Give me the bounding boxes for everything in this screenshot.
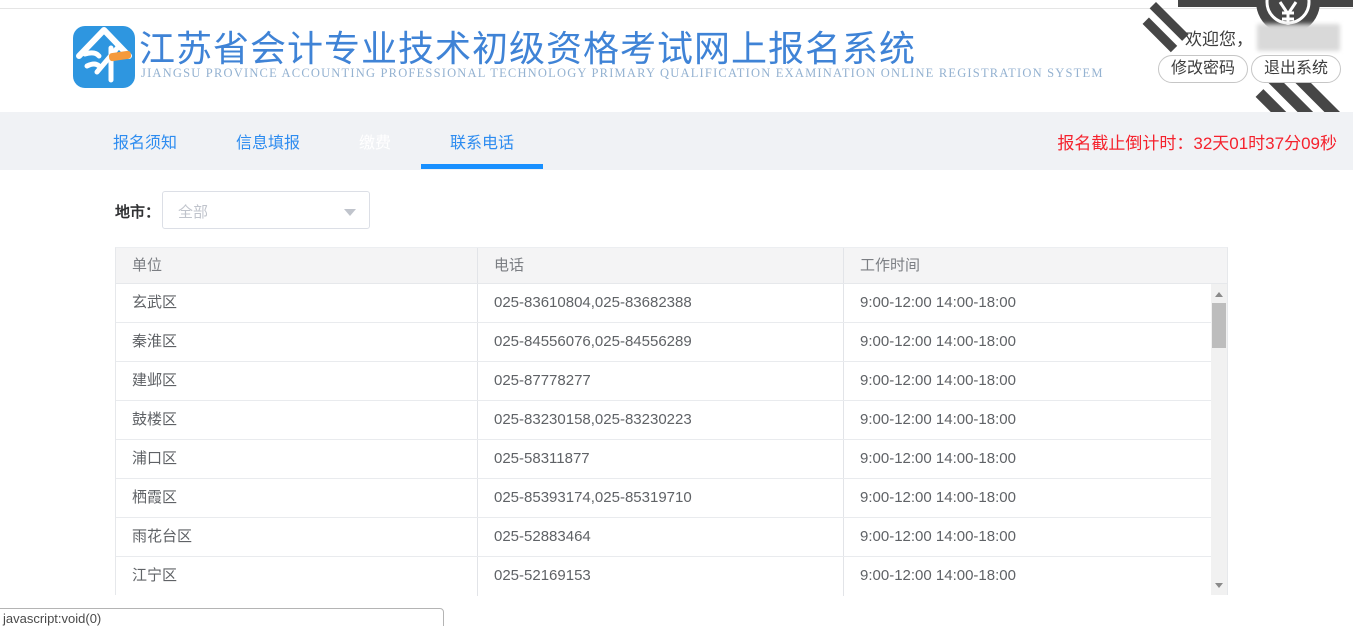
table-row: 栖霞区 025-85393174,025-85319710 9:00-12:00… [116, 479, 1212, 518]
table-row: 秦淮区 025-84556076,025-84556289 9:00-12:00… [116, 323, 1212, 362]
table-row: 雨花台区 025-52883464 9:00-12:00 14:00-18:00 [116, 518, 1212, 557]
cell-hours: 9:00-12:00 14:00-18:00 [844, 440, 1212, 478]
site-subtitle: JIANGSU PROVINCE ACCOUNTING PROFESSIONAL… [141, 66, 1104, 81]
table-header: 单位 电话 工作时间 [116, 248, 1227, 284]
nav-tabs: 报名须知 信息填报 缴费 联系电话 [113, 112, 573, 170]
cell-phone: 025-85393174,025-85319710 [478, 479, 844, 517]
tab-registration-notice[interactable]: 报名须知 [113, 112, 177, 170]
cell-hours: 9:00-12:00 14:00-18:00 [844, 284, 1212, 322]
chevron-down-icon [344, 209, 356, 216]
table-row: 江宁区 025-52169153 9:00-12:00 14:00-18:00 [116, 557, 1212, 596]
site-title: 江苏省会计专业技术初级资格考试网上报名系统 [139, 20, 916, 72]
tab-payment: 缴费 [359, 112, 391, 170]
cell-phone: 025-84556076,025-84556289 [478, 323, 844, 361]
table-body: 玄武区 025-83610804,025-83682388 9:00-12:00… [116, 284, 1212, 596]
cell-unit: 建邺区 [116, 362, 478, 400]
welcome-text: 欢迎您， [1185, 25, 1253, 50]
accounting-logo-icon [73, 26, 135, 88]
cell-unit: 秦淮区 [116, 323, 478, 361]
cell-hours: 9:00-12:00 14:00-18:00 [844, 323, 1212, 361]
cell-phone: 025-83230158,025-83230223 [478, 401, 844, 439]
cell-phone: 025-87778277 [478, 362, 844, 400]
tab-information-filling[interactable]: 信息填报 [236, 112, 300, 170]
scroll-up-arrow-icon[interactable] [1211, 286, 1227, 302]
table-scrollbar[interactable] [1211, 284, 1227, 595]
cell-unit: 雨花台区 [116, 518, 478, 556]
contacts-table: 单位 电话 工作时间 玄武区 025-83610804,025-83682388… [115, 247, 1228, 595]
city-select-value: 全部 [178, 201, 208, 222]
scroll-down-arrow-icon[interactable] [1211, 577, 1227, 593]
user-name-redacted [1257, 24, 1340, 51]
table-row: 玄武区 025-83610804,025-83682388 9:00-12:00… [116, 284, 1212, 323]
cell-unit: 鼓楼区 [116, 401, 478, 439]
change-password-button[interactable]: 修改密码 [1158, 55, 1248, 83]
cell-hours: 9:00-12:00 14:00-18:00 [844, 557, 1212, 596]
header: 江苏省会计专业技术初级资格考试网上报名系统 JIANGSU PROVINCE A… [0, 9, 1353, 112]
logout-button[interactable]: 退出系统 [1251, 55, 1341, 83]
cell-phone: 025-58311877 [478, 440, 844, 478]
table-row: 浦口区 025-58311877 9:00-12:00 14:00-18:00 [116, 440, 1212, 479]
cell-hours: 9:00-12:00 14:00-18:00 [844, 479, 1212, 517]
cell-hours: 9:00-12:00 14:00-18:00 [844, 362, 1212, 400]
city-select[interactable]: 全部 [162, 191, 370, 229]
cell-phone: 025-52169153 [478, 557, 844, 596]
cell-unit: 栖霞区 [116, 479, 478, 517]
scrollbar-thumb[interactable] [1212, 303, 1226, 348]
page: 江苏省会计专业技术初级资格考试网上报名系统 JIANGSU PROVINCE A… [0, 0, 1353, 626]
registration-countdown: 报名截止倒计时：32天01时37分09秒 [1057, 112, 1337, 170]
table-row: 鼓楼区 025-83230158,025-83230223 9:00-12:00… [116, 401, 1212, 440]
cell-phone: 025-83610804,025-83682388 [478, 284, 844, 322]
table-row: 建邺区 025-87778277 9:00-12:00 14:00-18:00 [116, 362, 1212, 401]
cell-unit: 江宁区 [116, 557, 478, 596]
tab-contact-phone[interactable]: 联系电话 [450, 112, 514, 170]
countdown-value: 32天01时37分09秒 [1193, 129, 1337, 154]
col-header-unit: 单位 [116, 248, 478, 283]
city-filter-label: 地市： [115, 201, 160, 222]
cell-hours: 9:00-12:00 14:00-18:00 [844, 401, 1212, 439]
nav-bar: 报名须知 信息填报 缴费 联系电话 报名截止倒计时：32天01时37分09秒 [0, 112, 1353, 170]
browser-status-bubble: javascript:void(0) [0, 608, 444, 626]
cell-unit: 浦口区 [116, 440, 478, 478]
cell-unit: 玄武区 [116, 284, 478, 322]
col-header-hours: 工作时间 [844, 248, 1212, 283]
col-header-phone: 电话 [478, 248, 844, 283]
cell-hours: 9:00-12:00 14:00-18:00 [844, 518, 1212, 556]
cell-phone: 025-52883464 [478, 518, 844, 556]
countdown-prefix: 报名截止倒计时： [1057, 129, 1193, 154]
